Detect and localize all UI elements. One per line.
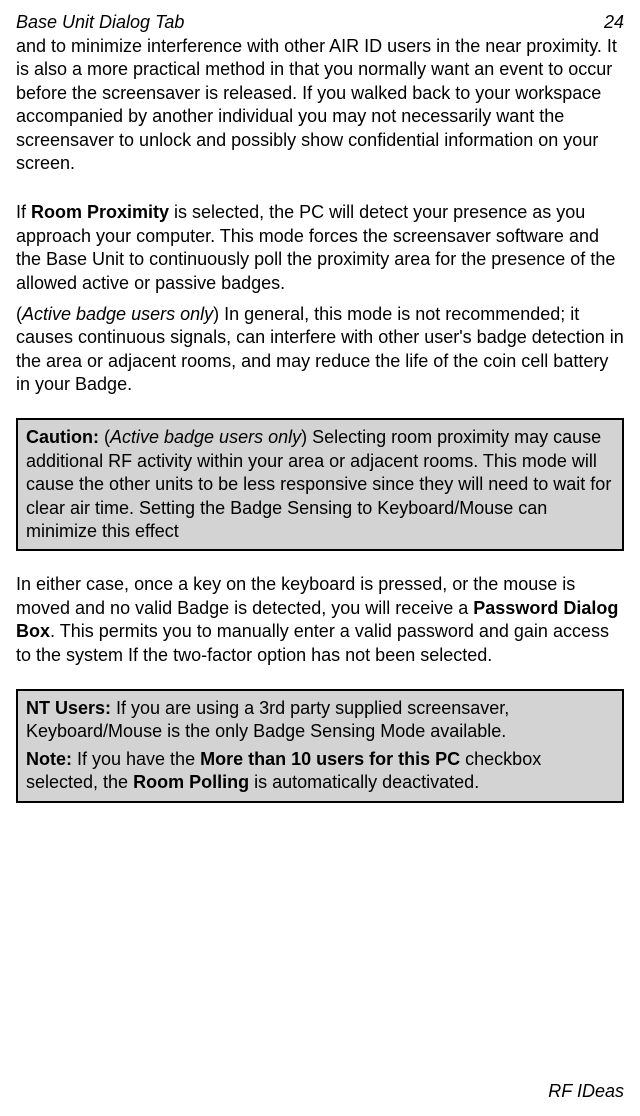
italic-active-only: Active badge users only	[22, 304, 213, 324]
text-pre: If you have the	[72, 749, 200, 769]
paragraph-active-badge: (Active badge users only) In general, th…	[16, 303, 624, 397]
header-title: Base Unit Dialog Tab	[16, 12, 184, 33]
italic-active-only: Active badge users only	[110, 427, 301, 447]
caution-label: Caution:	[26, 427, 99, 447]
nt-users-label: NT Users:	[26, 698, 111, 718]
bold-room-proximity: Room Proximity	[31, 202, 169, 222]
nt-users-box: NT Users: If you are using a 3rd party s…	[16, 689, 624, 803]
page-header: Base Unit Dialog Tab 24	[16, 12, 624, 33]
paren-open: (	[99, 427, 110, 447]
text-post: . This permits you to manually enter a v…	[16, 621, 609, 664]
caution-box: Caution: (Active badge users only) Selec…	[16, 418, 624, 551]
paragraph-room-proximity: If Room Proximity is selected, the PC wi…	[16, 201, 624, 295]
note-label: Note:	[26, 749, 72, 769]
caution-text: Caution: (Active badge users only) Selec…	[26, 426, 614, 543]
header-page-number: 24	[604, 12, 624, 33]
text: and to minimize interference with other …	[16, 36, 617, 173]
text-pre: If	[16, 202, 31, 222]
bold-more-than-10: More than 10 users for this PC	[200, 749, 460, 769]
text-post: is automatically deactivated.	[249, 772, 479, 792]
nt-line1: NT Users: If you are using a 3rd party s…	[26, 697, 614, 744]
paragraph-password-dialog: In either case, once a key on the keyboa…	[16, 573, 624, 667]
footer-brand: RF IDeas	[548, 1081, 624, 1102]
nt-line2: Note: If you have the More than 10 users…	[26, 748, 614, 795]
bold-room-polling: Room Polling	[133, 772, 249, 792]
paragraph-intro: and to minimize interference with other …	[16, 35, 624, 175]
